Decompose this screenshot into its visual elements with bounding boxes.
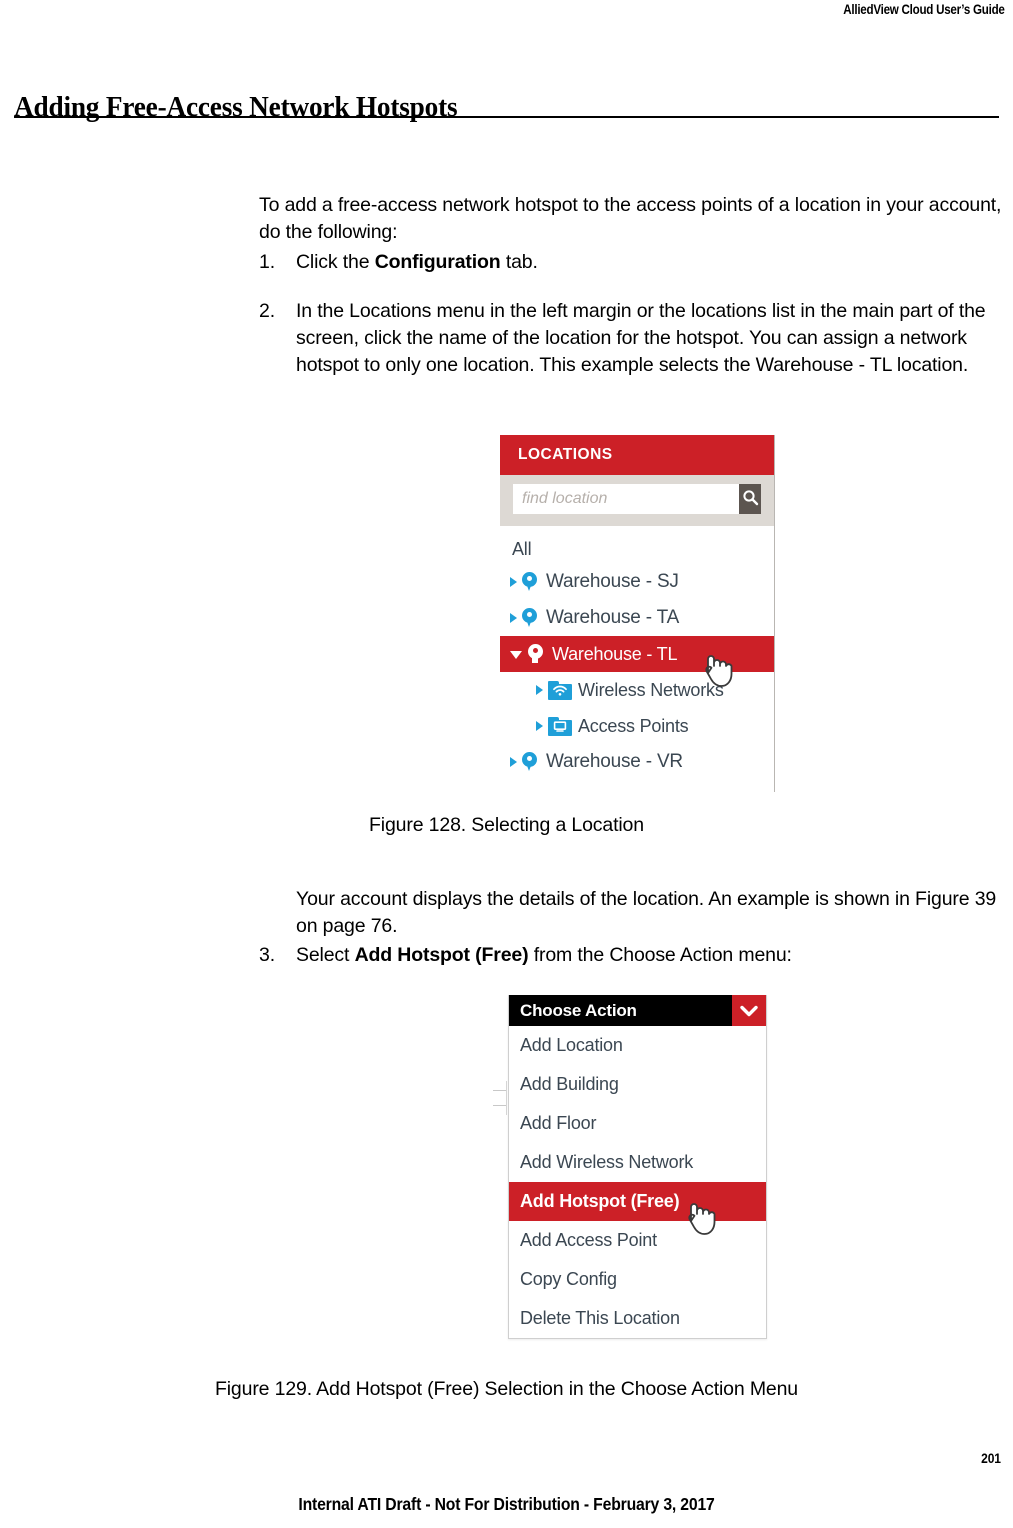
chevron-right-icon[interactable] [536, 685, 543, 695]
tree-item-label: Warehouse - VR [546, 751, 683, 772]
menu-item-label: Copy Config [520, 1269, 617, 1289]
note-paragraph: Your account displays the details of the… [296, 887, 997, 937]
menu-item-label: Add Floor [520, 1113, 597, 1133]
step-item-1: 1. Click the Configuration tab. [259, 249, 1013, 276]
tree-item-all[interactable]: All [500, 534, 774, 564]
tree-item-label: Warehouse - TL [552, 643, 678, 664]
title-divider [14, 116, 999, 118]
menu-item-delete-this-location[interactable]: Delete This Location [509, 1299, 766, 1338]
locations-panel-title: LOCATIONS [518, 446, 613, 463]
background-artifact [493, 1090, 507, 1106]
menu-item-add-hotspot-free[interactable]: Add Hotspot (Free) [509, 1182, 766, 1221]
choose-action-menu-screenshot: Choose Action Add Location Add Building … [508, 995, 767, 1339]
menu-item-label: Add Wireless Network [520, 1152, 694, 1172]
locations-tree: All Warehouse - SJ Warehouse - TA Wareho… [500, 526, 774, 792]
menu-item-label: Add Location [520, 1035, 623, 1055]
step-text: Select Add Hotspot (Free) from the Choos… [296, 942, 1013, 969]
page-number: 201 [981, 1450, 1001, 1466]
tree-item-label: Warehouse - TA [546, 607, 680, 628]
menu-item-add-access-point[interactable]: Add Access Point [509, 1221, 766, 1260]
chevron-right-icon[interactable] [510, 757, 517, 767]
tree-item-wireless-networks[interactable]: Wireless Networks [500, 672, 774, 708]
step-text: Click the Configuration tab. [296, 249, 1013, 276]
step-item-2: 2. In the Locations menu in the left mar… [259, 298, 1013, 379]
step3-bold-term: Add Hotspot (Free) [354, 944, 529, 966]
tree-item-warehouse-vr[interactable]: Warehouse - VR [500, 744, 774, 780]
chevron-right-icon[interactable] [536, 721, 543, 731]
map-pin-icon [522, 608, 537, 628]
monitor-folder-icon [548, 716, 572, 736]
chevron-right-icon[interactable] [510, 577, 517, 587]
step-number: 2. [259, 300, 275, 322]
wifi-folder-icon [548, 680, 572, 700]
tree-item-label: Wireless Networks [578, 679, 724, 700]
tree-item-label: All [512, 538, 532, 559]
step1-suffix: tab. [500, 251, 538, 273]
step3-suffix: from the Choose Action menu: [528, 944, 792, 966]
tree-item-label: Access Points [578, 715, 689, 736]
choose-action-label: Choose Action [520, 1000, 637, 1020]
menu-item-add-building[interactable]: Add Building [509, 1065, 766, 1104]
figure-caption-129: Figure 129. Add Hotspot (Free) Selection… [214, 1378, 799, 1400]
menu-item-label: Add Hotspot (Free) [520, 1191, 680, 1211]
tree-item-access-points[interactable]: Access Points [500, 708, 774, 744]
intro-paragraph: To add a free-access network hotspot to … [259, 193, 1002, 243]
background-artifact-stem [506, 1081, 507, 1115]
menu-item-copy-config[interactable]: Copy Config [509, 1260, 766, 1299]
chevron-down-icon[interactable] [732, 995, 766, 1026]
menu-item-label: Delete This Location [520, 1308, 680, 1328]
location-search-bar [500, 475, 774, 526]
search-button[interactable] [739, 484, 761, 514]
step-item-3: 3. Select Add Hotspot (Free) from the Ch… [259, 942, 1013, 969]
step3-prefix: Select [296, 944, 355, 966]
tree-item-warehouse-sj[interactable]: Warehouse - SJ [500, 564, 774, 600]
tree-item-warehouse-tl[interactable]: Warehouse - TL [500, 636, 774, 672]
chevron-down-icon[interactable] [510, 651, 522, 659]
locations-panel-screenshot: LOCATIONS All Warehouse - SJ Warehouse -… [500, 435, 775, 792]
step-text: In the Locations menu in the left margin… [296, 300, 986, 376]
map-pin-icon [522, 572, 537, 592]
step-number: 3. [259, 944, 275, 966]
step1-bold-term: Configuration [374, 251, 501, 273]
tree-item-warehouse-ta[interactable]: Warehouse - TA [500, 600, 774, 636]
search-icon [742, 489, 759, 509]
menu-item-label: Add Building [520, 1074, 619, 1094]
map-pin-icon [528, 644, 543, 664]
menu-item-add-wireless-network[interactable]: Add Wireless Network [509, 1143, 766, 1182]
find-location-input[interactable] [513, 484, 739, 514]
step-number: 1. [259, 251, 275, 273]
locations-panel-header: LOCATIONS [500, 435, 774, 475]
menu-item-label: Add Access Point [520, 1230, 657, 1250]
step1-prefix: Click the [296, 251, 375, 273]
map-pin-icon [522, 752, 537, 772]
menu-item-add-location[interactable]: Add Location [509, 1026, 766, 1065]
choose-action-dropdown-header[interactable]: Choose Action [509, 995, 766, 1026]
figure-caption-128: Figure 128. Selecting a Location [369, 814, 644, 836]
footer-draft-notice: Internal ATI Draft - Not For Distributio… [298, 1494, 715, 1514]
tree-item-label: Warehouse - SJ [546, 571, 679, 592]
running-header: AlliedView Cloud User’s Guide [843, 2, 1006, 17]
page-title: Adding Free-Access Network Hotspots [14, 91, 458, 124]
chevron-right-icon[interactable] [510, 613, 517, 623]
menu-item-add-floor[interactable]: Add Floor [509, 1104, 766, 1143]
